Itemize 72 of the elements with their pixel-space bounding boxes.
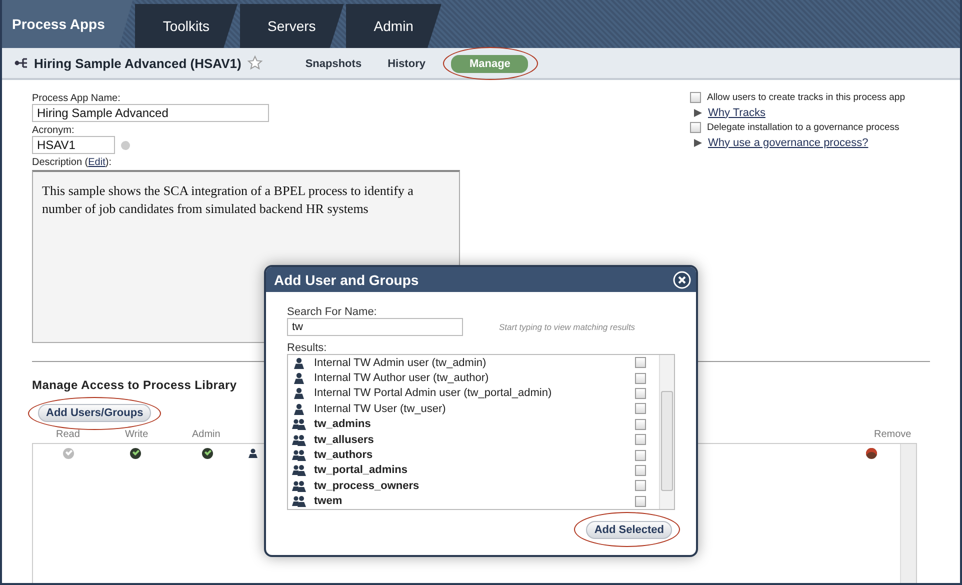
checkbox[interactable] [635, 480, 646, 492]
scrollbar[interactable] [659, 355, 674, 509]
result-name[interactable]: Internal TW Portal Admin user (tw_portal_admin) [314, 387, 635, 400]
hierarchy-icon [14, 57, 30, 69]
section-title: Manage Access to Process Library [32, 378, 237, 392]
nav-tab[interactable]: Process Apps [2, 0, 133, 48]
user-icon [292, 356, 306, 369]
group-icon [292, 449, 306, 462]
column-header: Read [56, 429, 80, 440]
user-icon [292, 372, 306, 384]
option-label: Allow users to create tracks in this process app [707, 92, 906, 103]
column-header: Remove [874, 429, 912, 440]
user-icon [248, 448, 258, 458]
result-name[interactable]: tw_allusers [314, 434, 635, 446]
checkbox[interactable] [635, 403, 646, 414]
check-icon[interactable] [202, 448, 213, 459]
checkbox[interactable] [690, 92, 701, 103]
add-selected-button[interactable]: Add Selected [586, 521, 672, 539]
add-users-groups-button[interactable]: Add Users/Groups [38, 404, 152, 422]
remove-icon[interactable] [866, 448, 877, 459]
result-name[interactable]: tw_portal_admins [314, 464, 635, 476]
result-name[interactable]: tw_process_owners [314, 480, 635, 492]
field-label: Acronym: [32, 125, 76, 136]
name-field[interactable]: Hiring Sample Advanced [32, 104, 269, 122]
close-icon[interactable] [673, 270, 691, 288]
user-icon [292, 402, 306, 415]
checkbox[interactable] [635, 434, 646, 446]
checkbox[interactable] [635, 372, 646, 384]
hint-text: Start typing to view matching results [499, 322, 636, 332]
checkbox[interactable] [635, 496, 646, 507]
field-label: Description (Edit): [32, 157, 112, 168]
field-label: Results: [287, 342, 328, 354]
app-tab[interactable]: Snapshots [305, 54, 362, 72]
group-icon [292, 418, 306, 430]
result-name[interactable]: tw_admins [314, 418, 635, 430]
help-link[interactable]: Why Tracks [708, 106, 766, 118]
checkbox[interactable] [635, 450, 646, 461]
result-name[interactable]: tw_authors [314, 449, 635, 462]
scrollbar[interactable] [900, 444, 916, 583]
check-icon[interactable] [63, 448, 74, 459]
column-header: Admin [192, 429, 220, 440]
group-icon [292, 495, 306, 508]
column-header: Write [125, 429, 148, 440]
app-tab[interactable]: History [388, 54, 426, 72]
search-field[interactable]: tw [287, 318, 463, 336]
checkbox[interactable] [690, 122, 701, 133]
acronym-field[interactable]: HSAV1 [32, 136, 115, 154]
edit-link[interactable]: Edit [88, 157, 106, 168]
checkbox[interactable] [635, 388, 646, 399]
group-icon [292, 464, 306, 476]
dialog-title: Add User and Groups [274, 272, 419, 288]
checkbox[interactable] [635, 464, 646, 476]
result-name[interactable]: Internal TW Author user (tw_author) [314, 372, 635, 384]
result-name[interactable]: twem [314, 495, 635, 508]
check-icon[interactable] [130, 448, 141, 459]
app-title: Hiring Sample Advanced (HSAV1) [34, 56, 242, 70]
result-name[interactable]: Internal TW User (tw_user) [314, 402, 635, 415]
option-label: Delegate installation to a governance process [707, 122, 900, 133]
checkbox[interactable] [635, 418, 646, 430]
star-icon[interactable] [247, 55, 264, 71]
field-label: Search For Name: [287, 306, 378, 318]
result-name[interactable]: Internal TW Admin user (tw_admin) [314, 356, 635, 369]
field-label: Process App Name: [32, 93, 122, 104]
nav-tab[interactable]: Servers [240, 4, 344, 48]
checkbox[interactable] [635, 357, 646, 368]
group-icon [292, 434, 306, 446]
expand-arrow-icon[interactable] [694, 138, 702, 146]
help-link[interactable]: Why use a governance process? [708, 136, 868, 148]
nav-tab[interactable]: Toolkits [134, 4, 238, 48]
user-icon [292, 387, 306, 400]
group-icon [292, 480, 306, 492]
nav-tab[interactable]: Admin [346, 4, 442, 48]
